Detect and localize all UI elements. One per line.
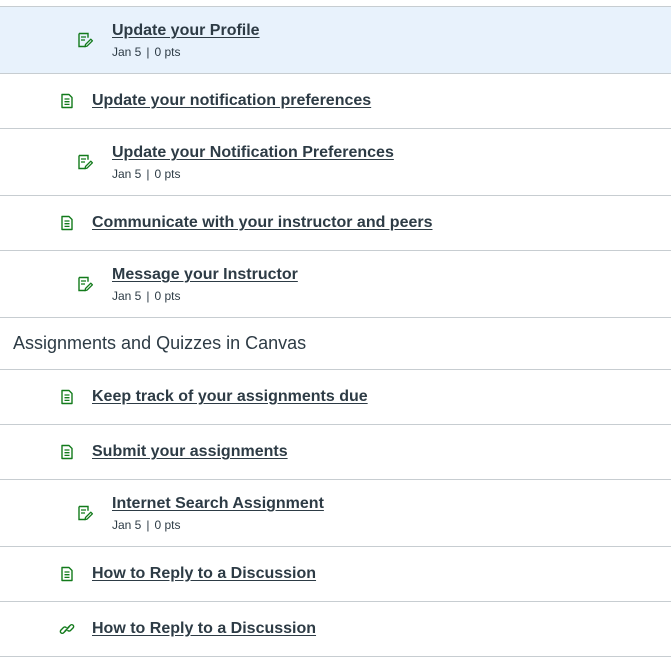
- module-item-reply-discussion-link[interactable]: How to Reply to a Discussion: [0, 602, 671, 657]
- page-icon: [58, 92, 76, 110]
- meta-separator: |: [146, 518, 150, 532]
- item-title-link[interactable]: Update your Notification Preferences: [112, 144, 394, 162]
- drag-handle-icon[interactable]: [0, 217, 4, 231]
- item-title-link[interactable]: Update your notification preferences: [92, 92, 371, 110]
- module-item-reply-discussion-page[interactable]: How to Reply to a Discussion: [0, 547, 671, 602]
- drag-handle-icon[interactable]: [0, 95, 4, 109]
- module-item-message-instructor[interactable]: Message your Instructor Jan 5 | 0 pts: [0, 251, 671, 318]
- item-title-link[interactable]: Message your Instructor: [112, 266, 298, 284]
- due-date: Jan 5: [112, 289, 142, 303]
- drag-handle-icon[interactable]: [0, 446, 4, 460]
- module-item-notification-preferences-assignment[interactable]: Update your Notification Preferences Jan…: [0, 129, 671, 196]
- external-link-icon: [58, 620, 76, 638]
- module-header[interactable]: Assignments and Quizzes in Canvas: [0, 318, 671, 370]
- module-item-submit-assignments[interactable]: Submit your assignments: [0, 425, 671, 480]
- item-title-link[interactable]: How to Reply to a Discussion: [92, 565, 316, 583]
- module-title: Assignments and Quizzes in Canvas: [13, 333, 307, 353]
- meta-separator: |: [146, 167, 150, 181]
- module-list: Update your Profile Jan 5 | 0 pts Update y…: [0, 0, 671, 669]
- points: 0 pts: [154, 289, 181, 303]
- drag-handle-icon[interactable]: [0, 506, 4, 520]
- item-title-link[interactable]: Update your Profile: [112, 22, 260, 40]
- module-item-internet-search[interactable]: Internet Search Assignment Jan 5 | 0 pts: [0, 480, 671, 547]
- due-date: Jan 5: [112, 518, 142, 532]
- item-title-link[interactable]: Keep track of your assignments due: [92, 388, 368, 406]
- item-title-link[interactable]: Internet Search Assignment: [112, 495, 324, 513]
- points: 0 pts: [154, 167, 181, 181]
- page-icon: [58, 565, 76, 583]
- drag-handle-icon[interactable]: [0, 337, 4, 351]
- module-item-notification-preferences-page[interactable]: Update your notification preferences: [0, 74, 671, 129]
- item-meta: Jan 5 | 0 pts: [112, 518, 181, 532]
- due-date: Jan 5: [112, 167, 142, 181]
- top-divider: [0, 0, 671, 7]
- item-title-link[interactable]: How to Reply to a Discussion: [92, 620, 316, 638]
- page-icon: [58, 388, 76, 406]
- points: 0 pts: [154, 518, 181, 532]
- due-date: Jan 5: [112, 45, 142, 59]
- drag-handle-icon[interactable]: [0, 277, 4, 291]
- module-item-keep-track[interactable]: Keep track of your assignments due: [0, 370, 671, 425]
- module-item-communicate[interactable]: Communicate with your instructor and pee…: [0, 196, 671, 251]
- item-meta: Jan 5 | 0 pts: [112, 289, 181, 303]
- points: 0 pts: [154, 45, 181, 59]
- module-item-update-profile[interactable]: Update your Profile Jan 5 | 0 pts: [0, 7, 671, 74]
- drag-handle-icon[interactable]: [0, 33, 4, 47]
- meta-separator: |: [146, 45, 150, 59]
- item-meta: Jan 5 | 0 pts: [112, 167, 181, 181]
- drag-handle-icon[interactable]: [0, 391, 4, 405]
- meta-separator: |: [146, 289, 150, 303]
- assignment-icon: [76, 153, 94, 171]
- page-icon: [58, 443, 76, 461]
- drag-handle-icon[interactable]: [0, 568, 4, 582]
- item-title-link[interactable]: Submit your assignments: [92, 443, 288, 461]
- assignment-icon: [76, 31, 94, 49]
- assignment-icon: [76, 504, 94, 522]
- drag-handle-icon[interactable]: [0, 623, 4, 637]
- page-icon: [58, 214, 76, 232]
- item-title-link[interactable]: Communicate with your instructor and pee…: [92, 214, 433, 232]
- drag-handle-icon[interactable]: [0, 155, 4, 169]
- item-meta: Jan 5 | 0 pts: [112, 45, 181, 59]
- assignment-icon: [76, 275, 94, 293]
